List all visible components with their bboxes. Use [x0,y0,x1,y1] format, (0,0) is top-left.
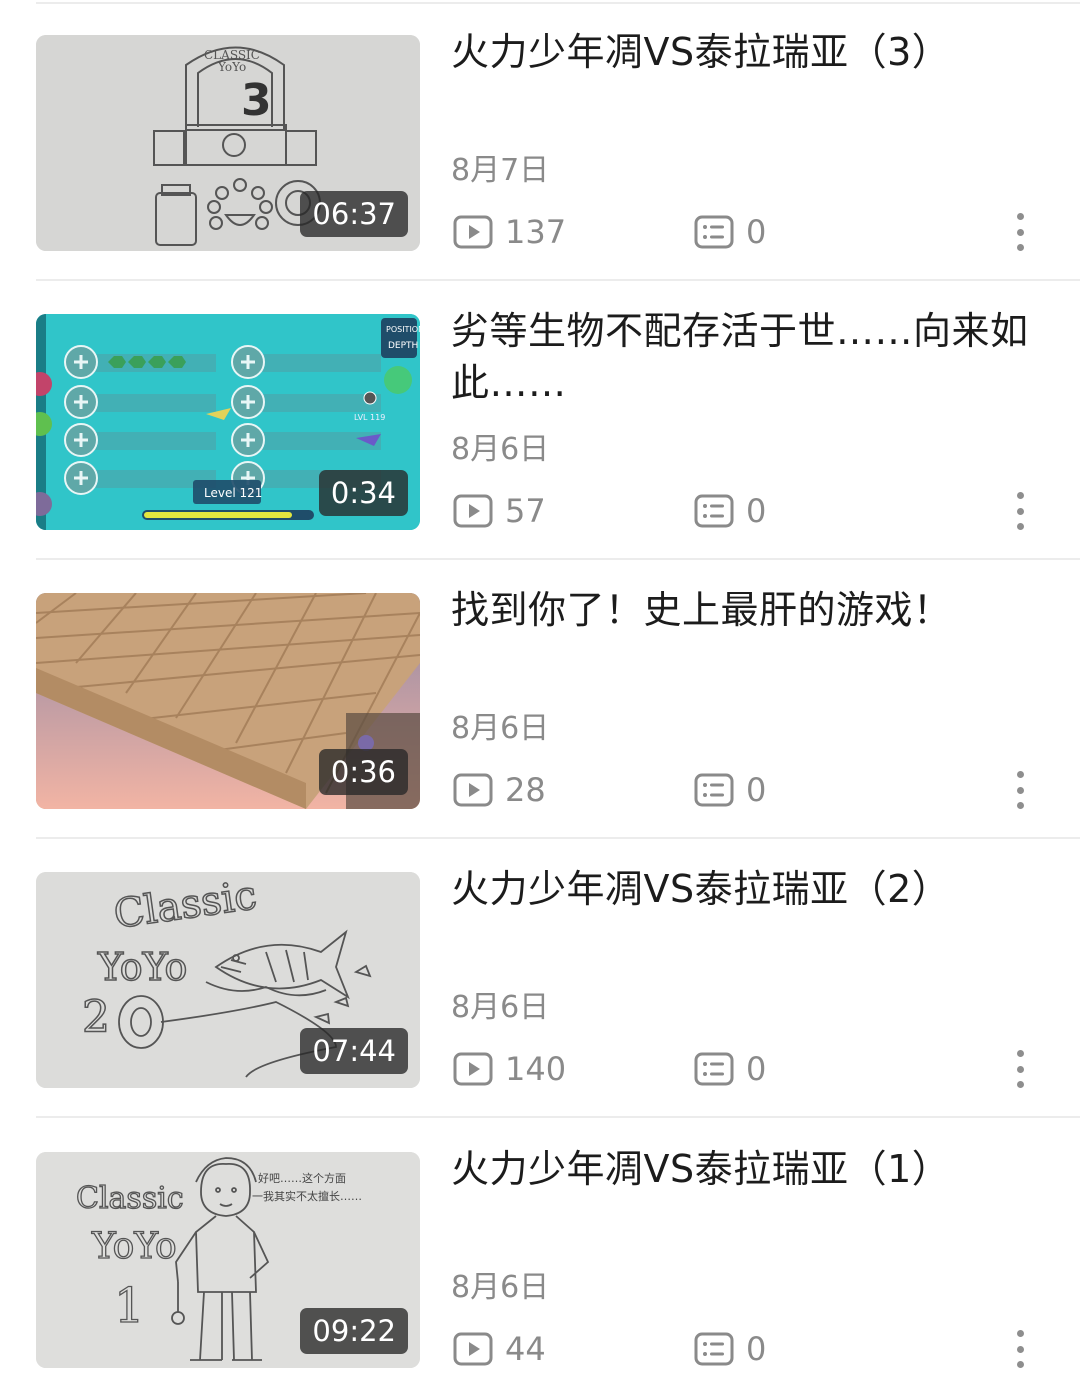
thumb-position-label: POSITION [386,325,420,334]
view-count-value: 137 [505,213,567,251]
video-item[interactable]: POSITION DEPTH LVL 119 Level 121 0:34 劣等… [0,279,1080,558]
video-title[interactable]: 找到你了！史上最肝的游戏！ [451,584,1051,636]
video-thumbnail[interactable]: POSITION DEPTH LVL 119 Level 121 0:34 [36,314,420,530]
video-thumbnail[interactable]: Classic YoYo 1 好吧……这个方面 一我其实不太擅长…… 09:22 [36,1152,420,1368]
video-duration: 0:36 [318,749,408,795]
video-date: 8月6日 [451,432,550,467]
video-title[interactable]: 劣等生物不配存活于世……向来如此…… [451,305,1051,409]
play-count-icon [453,773,493,807]
thumb-sketch-word: YoYo [97,945,187,989]
video-duration: 06:37 [300,191,408,237]
view-count-value: 140 [505,1050,567,1088]
thumb-sketch-word: YoYo [91,1226,177,1267]
video-date: 8月7日 [451,153,550,188]
view-count: 140 [451,1046,566,1092]
thumb-depth-label: DEPTH [388,341,418,351]
video-thumbnail[interactable]: Classic YoYo 2 07:44 [36,872,420,1088]
video-title[interactable]: 火力少年凋VS泰拉瑞亚（1） [451,1143,1051,1195]
view-count-value: 57 [505,492,546,530]
video-title[interactable]: 火力少年凋VS泰拉瑞亚（2） [451,863,1051,915]
video-item[interactable]: Classic YoYo 2 07:44 火力少年凋VS泰拉瑞亚（2） 8月6日 [0,837,1080,1116]
comment-count-value: 0 [746,771,767,809]
more-vertical-icon[interactable] [1004,768,1036,812]
video-item[interactable]: 3 CLASSIC YoYo 06:37 火力少年凋VS泰拉瑞亚（3） 8月7日… [0,0,1080,279]
play-count-icon [453,494,493,528]
video-date: 8月6日 [451,711,550,746]
more-vertical-icon[interactable] [1004,1047,1036,1091]
video-thumbnail[interactable]: 0:36 [36,593,420,809]
comment-count: 0 [692,488,766,534]
thumb-sketch-word: 2 [82,992,110,1043]
view-count: 57 [451,488,546,534]
thumb-sketch-word: 1 [114,1278,145,1334]
comment-count-icon [694,1052,734,1086]
play-count-icon [453,215,493,249]
video-item[interactable]: Classic YoYo 1 好吧……这个方面 一我其实不太擅长…… 09:22… [0,1117,1080,1396]
video-duration: 09:22 [300,1308,408,1354]
comment-count-icon [694,773,734,807]
comment-count-value: 0 [746,1050,767,1088]
video-item[interactable]: 0:36 找到你了！史上最肝的游戏！ 8月6日 28 0 [0,558,1080,837]
play-count-icon [453,1332,493,1366]
thumb-note: 一我其实不太擅长…… [252,1189,362,1203]
more-vertical-icon[interactable] [1004,210,1036,254]
thumb-sketch-word: Classic [76,1181,184,1216]
comment-count: 0 [692,209,766,255]
video-duration: 07:44 [300,1028,408,1074]
play-count-icon [453,1052,493,1086]
view-count: 28 [451,767,546,813]
view-count-value: 44 [505,1330,546,1368]
comment-count-value: 0 [746,1330,767,1368]
video-date: 8月6日 [451,1270,550,1305]
view-count: 44 [451,1326,546,1372]
view-count: 137 [451,209,566,255]
more-vertical-icon[interactable] [1004,1327,1036,1371]
comment-count: 0 [692,1326,766,1372]
comment-count-icon [694,494,734,528]
svg-text:YoYo: YoYo [217,60,246,74]
comment-count: 0 [692,767,766,813]
comment-count-value: 0 [746,492,767,530]
video-title[interactable]: 火力少年凋VS泰拉瑞亚（3） [451,26,1051,78]
video-duration: 0:34 [318,470,408,516]
thumb-lvl-label: LVL 119 [354,413,385,422]
comment-count: 0 [692,1046,766,1092]
video-thumbnail[interactable]: 3 CLASSIC YoYo 06:37 [36,35,420,251]
svg-text:3: 3 [241,75,272,126]
comment-count-icon [694,215,734,249]
comment-count-icon [694,1332,734,1366]
thumb-level-label: Level 121 [204,486,262,500]
video-date: 8月6日 [451,990,550,1025]
thumb-note: 好吧……这个方面 [258,1171,346,1185]
view-count-value: 28 [505,771,546,809]
more-vertical-icon[interactable] [1004,489,1036,533]
comment-count-value: 0 [746,213,767,251]
video-list: 3 CLASSIC YoYo 06:37 火力少年凋VS泰拉瑞亚（3） 8月7日… [0,0,1080,1382]
